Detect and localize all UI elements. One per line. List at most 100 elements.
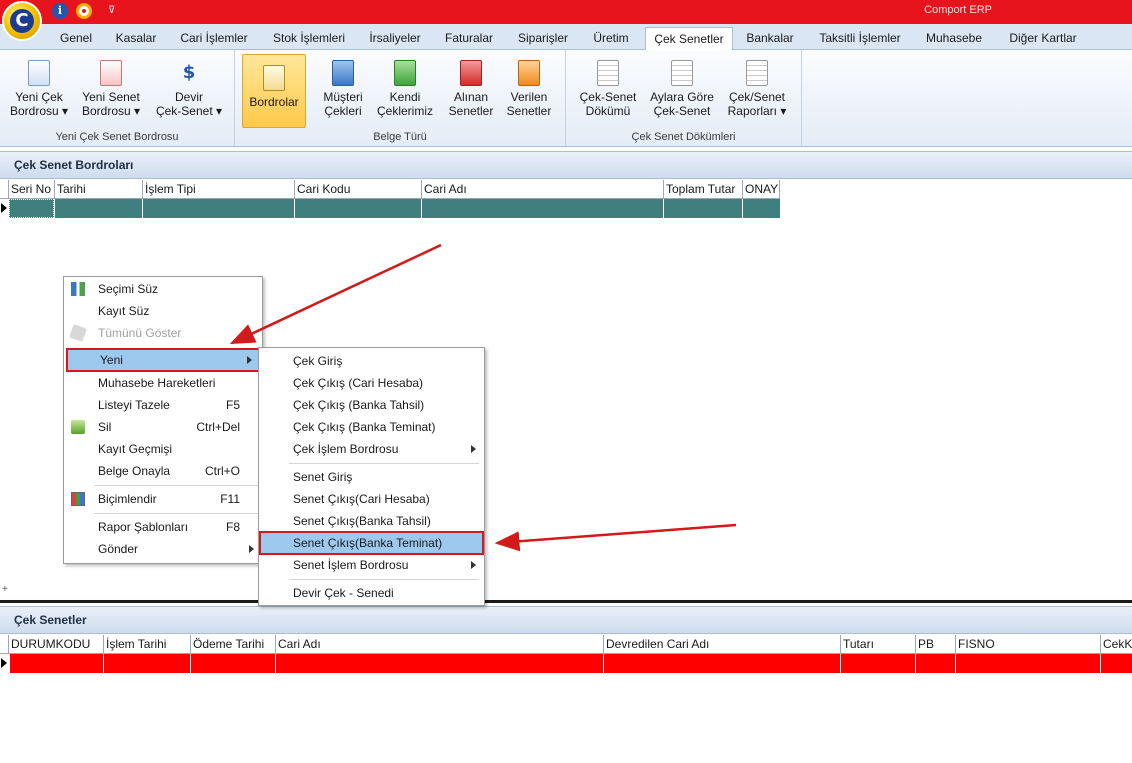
tab-kasalar[interactable]: Kasalar	[108, 29, 164, 50]
menu-item-bicimlendir[interactable]: Biçimlendir F11	[66, 489, 260, 509]
ribbon-group-label: Çek Senet Dökümleri	[631, 131, 736, 143]
menu-item-rapor-sablonlari[interactable]: Rapor Şablonları F8	[66, 517, 260, 537]
cheque-note-list-button[interactable]: Çek-Senet Dökümü	[576, 54, 640, 128]
menu-item-kayit-suz[interactable]: Kayıt Süz	[66, 301, 260, 321]
table-cell[interactable]	[840, 654, 915, 673]
table-cell[interactable]	[190, 654, 275, 673]
tab-genel[interactable]: Genel	[48, 29, 104, 50]
submenu-item-senet-cikis-banka-teminat[interactable]: Senet Çıkış(Banka Teminat)	[259, 531, 484, 555]
table-cell[interactable]	[294, 199, 421, 218]
menu-item-kayit-gecmisi[interactable]: Kayıt Geçmişi	[66, 439, 260, 459]
tab-muhasebe[interactable]: Muhasebe	[916, 29, 992, 50]
ribbon-group-label: Belge Türü	[373, 131, 427, 143]
table-cell[interactable]	[955, 654, 1100, 673]
submenu-item-senet-cikis-banka-tahsil[interactable]: Senet Çıkış(Banka Tahsil)	[261, 511, 482, 531]
transfer-cheque-note-button[interactable]: $ Devir Çek-Senet ▾	[152, 54, 226, 128]
monthly-cheque-note-button[interactable]: Aylara Göre Çek-Senet	[646, 54, 718, 128]
menu-item-muhasebe-hareketleri[interactable]: Muhasebe Hareketleri	[66, 373, 260, 393]
ribbon: Yeni Çek Bordrosu ▾ Yeni Senet Bordrosu …	[0, 50, 1132, 147]
column-header[interactable]: Seri No	[8, 180, 54, 199]
quick-access-dropdown-icon[interactable]: ⊽	[108, 3, 124, 19]
bordro-panel-title: Çek Senet Bordroları	[0, 151, 1132, 179]
panel-splitter[interactable]	[0, 600, 1132, 603]
menu-item-listeyi-tazele[interactable]: Listeyi Tazele F5	[66, 395, 260, 415]
table-cell[interactable]	[54, 199, 142, 218]
table-cell[interactable]	[9, 199, 54, 218]
column-header[interactable]: İşlem Tipi	[142, 180, 294, 199]
column-header[interactable]: ONAY	[742, 180, 780, 199]
table-cell[interactable]	[663, 199, 742, 218]
submenu-arrow-icon	[471, 561, 476, 569]
column-header[interactable]: Tarihi	[54, 180, 142, 199]
column-header[interactable]: PB	[915, 635, 955, 654]
received-notes-button[interactable]: Alınan Senetler	[443, 54, 499, 128]
column-header[interactable]: FISNO	[955, 635, 1100, 654]
submenu-item-senet-giris[interactable]: Senet Giriş	[261, 467, 482, 487]
app-logo-icon[interactable]: C	[2, 1, 42, 41]
menu-item-sil[interactable]: Sil Ctrl+Del	[66, 417, 260, 437]
new-note-bordro-button[interactable]: Yeni Senet Bordrosu ▾	[76, 54, 146, 128]
tab-bankalar[interactable]: Bankalar	[738, 29, 802, 50]
given-notes-button[interactable]: Verilen Senetler	[501, 54, 557, 128]
column-header[interactable]: Cari Adı	[421, 180, 663, 199]
tab-siparisler[interactable]: Siparişler	[508, 29, 578, 50]
table-cell[interactable]	[103, 654, 190, 673]
submenu-item-senet-islem-bordrosu[interactable]: Senet İşlem Bordrosu	[261, 555, 482, 575]
submenu-item-senet-cikis-cari[interactable]: Senet Çıkış(Cari Hesaba)	[261, 489, 482, 509]
column-header[interactable]: Toplam Tutar	[663, 180, 742, 199]
menu-separator	[289, 463, 479, 464]
row-indicator-icon	[0, 199, 9, 218]
report-paper-icon	[597, 60, 619, 86]
submenu-item-cek-cikis-banka-teminat[interactable]: Çek Çıkış (Banka Teminat)	[261, 417, 482, 437]
table-row[interactable]	[0, 199, 780, 218]
received-note-icon	[460, 60, 482, 86]
column-header[interactable]: DURUMKODU	[8, 635, 103, 654]
menu-item-yeni[interactable]: Yeni	[66, 348, 260, 372]
menu-item-gonder[interactable]: Gönder	[66, 539, 260, 559]
column-header[interactable]: Tutarı	[840, 635, 915, 654]
tab-taksitli-islemler[interactable]: Taksitli İşlemler	[810, 29, 910, 50]
tab-cek-senetler[interactable]: Çek Senetler	[645, 27, 733, 51]
given-note-icon	[518, 60, 540, 86]
own-cheques-button[interactable]: Kendi Çeklerimiz	[375, 54, 435, 128]
column-header[interactable]: Ödeme Tarihi	[190, 635, 275, 654]
bordrolar-button[interactable]: Bordrolar	[242, 54, 306, 128]
column-header[interactable]: İşlem Tarihi	[103, 635, 190, 654]
tab-diger-kartlar[interactable]: Diğer Kartlar	[998, 29, 1088, 50]
info-icon[interactable]: i	[52, 3, 68, 19]
submenu-item-cek-giris[interactable]: Çek Giriş	[261, 351, 482, 371]
table-cell[interactable]	[603, 654, 840, 673]
column-header[interactable]: CekKa	[1100, 635, 1132, 654]
table-cell[interactable]	[742, 199, 780, 218]
tab-faturalar[interactable]: Faturalar	[436, 29, 502, 50]
new-cheque-bordro-button[interactable]: Yeni Çek Bordrosu ▾	[6, 54, 72, 128]
menu-item-belge-onayla[interactable]: Belge Onayla Ctrl+O	[66, 461, 260, 481]
ribbon-group-label: Yeni Çek Senet Bordrosu	[55, 131, 179, 143]
ribbon-group-document-type: Bordrolar Müşteri Çekleri Kendi Çeklerim…	[235, 50, 566, 146]
tab-irsaliyeler[interactable]: İrsaliyeler	[360, 29, 430, 50]
tab-cari-islemler[interactable]: Cari İşlemler	[170, 29, 258, 50]
cheque-note-reports-button[interactable]: Çek/Senet Raporları ▾	[722, 54, 792, 128]
column-header[interactable]: Cari Adı	[275, 635, 603, 654]
submenu-item-cek-cikis-cari[interactable]: Çek Çıkış (Cari Hesaba)	[261, 373, 482, 393]
submenu-item-cek-islem-bordrosu[interactable]: Çek İşlem Bordrosu	[261, 439, 482, 459]
table-cell[interactable]	[421, 199, 663, 218]
table-cell[interactable]	[915, 654, 955, 673]
menu-item-secimi-suz[interactable]: Seçimi Süz	[66, 279, 260, 299]
customer-cheque-icon	[332, 60, 354, 86]
help-icon[interactable]	[76, 3, 92, 19]
column-header[interactable]: Cari Kodu	[294, 180, 421, 199]
table-cell[interactable]	[9, 654, 103, 673]
table-cell[interactable]	[142, 199, 294, 218]
yeni-submenu: Çek Giriş Çek Çıkış (Cari Hesaba) Çek Çı…	[258, 347, 485, 606]
table-cell[interactable]	[1100, 654, 1132, 673]
table-cell[interactable]	[275, 654, 603, 673]
tab-stok-islemleri[interactable]: Stok İşlemleri	[264, 29, 354, 50]
own-cheque-icon	[394, 60, 416, 86]
table-row[interactable]	[0, 654, 1132, 673]
column-header[interactable]: Devredilen Cari Adı	[603, 635, 840, 654]
tab-uretim[interactable]: Üretim	[584, 29, 638, 50]
customer-cheques-button[interactable]: Müşteri Çekleri	[315, 54, 371, 128]
submenu-item-cek-cikis-banka-tahsil[interactable]: Çek Çıkış (Banka Tahsil)	[261, 395, 482, 415]
submenu-item-devir-cek-senedi[interactable]: Devir Çek - Senedi	[261, 583, 482, 603]
